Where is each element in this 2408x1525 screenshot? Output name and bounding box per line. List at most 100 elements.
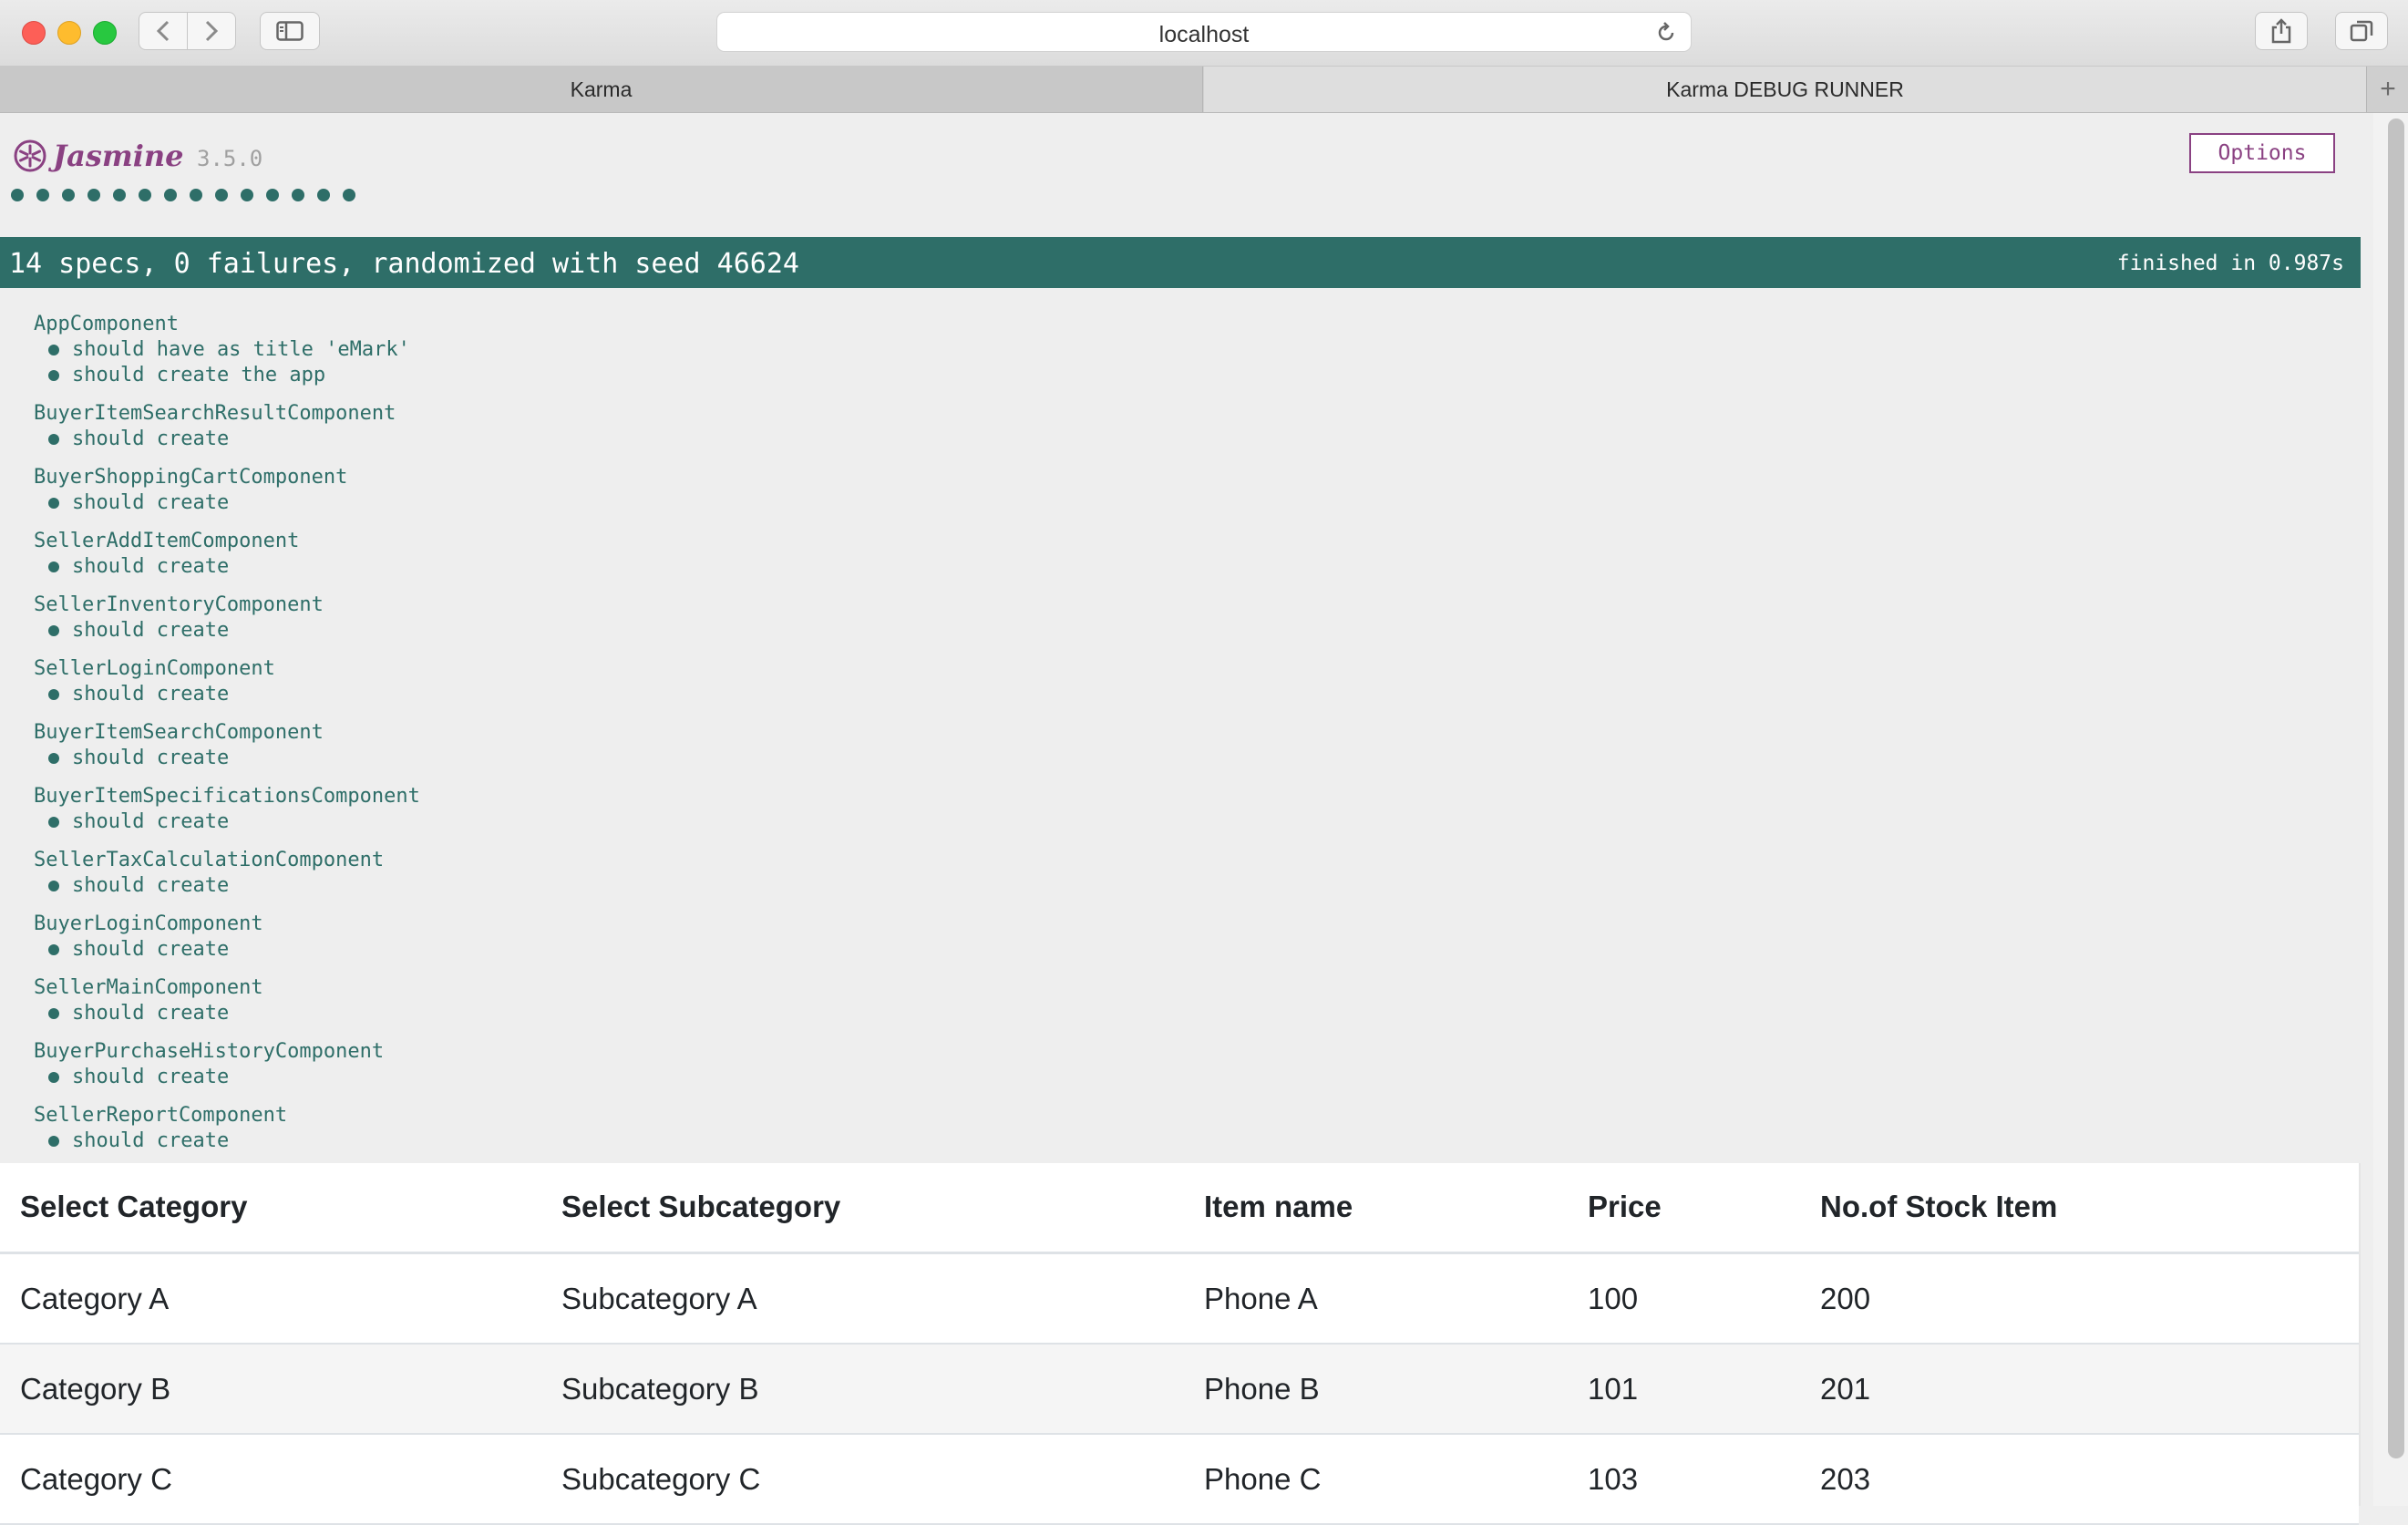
share-button[interactable] bbox=[2255, 12, 2308, 50]
suite-name-link[interactable]: SellerTaxCalculationComponent bbox=[34, 848, 420, 873]
tab-karma[interactable]: Karma bbox=[0, 67, 1203, 112]
spec-name-link[interactable]: should create bbox=[72, 427, 229, 452]
suite: BuyerItemSearchComponent should create bbox=[34, 720, 420, 771]
spec-item: should create bbox=[34, 618, 420, 644]
spec-name-link[interactable]: should create bbox=[72, 1001, 229, 1026]
close-window-button[interactable] bbox=[22, 21, 46, 45]
forward-button[interactable] bbox=[187, 12, 236, 50]
suite-name-link[interactable]: SellerInventoryComponent bbox=[34, 592, 420, 618]
reload-icon[interactable] bbox=[1654, 21, 1678, 45]
spec-item: should create bbox=[34, 1065, 420, 1090]
bullet-icon bbox=[48, 944, 59, 955]
spec-name-link[interactable]: should create the app bbox=[72, 363, 325, 388]
sidebar-toggle-button[interactable] bbox=[260, 12, 320, 50]
spec-passed-dot[interactable] bbox=[164, 189, 177, 201]
bullet-icon bbox=[48, 817, 59, 828]
spec-passed-dot[interactable] bbox=[62, 189, 75, 201]
spec-passed-dot[interactable] bbox=[241, 189, 253, 201]
bullet-icon bbox=[48, 1008, 59, 1019]
header-select-category: Select Category bbox=[20, 1190, 248, 1223]
share-icon bbox=[2271, 18, 2291, 44]
spec-name-link[interactable]: should create bbox=[72, 873, 229, 899]
suite-name-link[interactable]: BuyerShoppingCartComponent bbox=[34, 465, 420, 490]
suite-name-link[interactable]: BuyerItemSpecificationsComponent bbox=[34, 784, 420, 809]
bullet-icon bbox=[48, 881, 59, 891]
spec-name-link[interactable]: should create bbox=[72, 809, 229, 835]
spec-name-link[interactable]: should create bbox=[72, 937, 229, 963]
scrollbar-thumb[interactable] bbox=[2388, 118, 2404, 1458]
spec-item: should create bbox=[34, 1001, 420, 1026]
spec-item: should create the app bbox=[34, 363, 420, 388]
suite-name-link[interactable]: AppComponent bbox=[34, 312, 420, 337]
spec-item: should have as title 'eMark' bbox=[34, 337, 420, 363]
spec-name-link[interactable]: should create bbox=[72, 554, 229, 580]
cell-item-name: Phone A bbox=[1204, 1282, 1318, 1315]
spec-passed-dot[interactable] bbox=[113, 189, 126, 201]
suite-list: AppComponent should have as title 'eMark'… bbox=[34, 312, 420, 1167]
chevron-left-icon bbox=[156, 20, 170, 42]
summary-bar: 14 specs, 0 failures, randomized with se… bbox=[0, 237, 2361, 288]
spec-result-dots bbox=[11, 189, 368, 201]
spec-passed-dot[interactable] bbox=[317, 189, 330, 201]
header-item-name: Item name bbox=[1204, 1190, 1353, 1223]
suite: BuyerItemSearchResultComponent should cre… bbox=[34, 401, 420, 452]
spec-item: should create bbox=[34, 490, 420, 516]
spec-passed-dot[interactable] bbox=[87, 189, 100, 201]
spec-passed-dot[interactable] bbox=[292, 189, 304, 201]
suite-name-link[interactable]: SellerReportComponent bbox=[34, 1103, 420, 1128]
spec-name-link[interactable]: should create bbox=[72, 618, 229, 644]
minimize-window-button[interactable] bbox=[57, 21, 81, 45]
bullet-icon bbox=[48, 1136, 59, 1147]
tab-karma-debug-runner[interactable]: Karma DEBUG RUNNER bbox=[1204, 67, 2367, 112]
table-row: Category B Subcategory B Phone B 101 201 bbox=[0, 1345, 2359, 1435]
table-row: Category C Subcategory C Phone C 103 203 bbox=[0, 1435, 2359, 1525]
spec-passed-dot[interactable] bbox=[36, 189, 49, 201]
tabs-overview-icon bbox=[2350, 20, 2373, 42]
show-tabs-button[interactable] bbox=[2335, 12, 2388, 50]
bullet-icon bbox=[48, 434, 59, 445]
table-row: Category A Subcategory A Phone A 100 200 bbox=[0, 1254, 2359, 1345]
suite-name-link[interactable]: BuyerPurchaseHistoryComponent bbox=[34, 1039, 420, 1065]
header-price: Price bbox=[1588, 1190, 1662, 1223]
summary-text: 14 specs, 0 failures, randomized with se… bbox=[9, 248, 799, 280]
suite: SellerAddItemComponent should create bbox=[34, 529, 420, 580]
spec-name-link[interactable]: should have as title 'eMark' bbox=[72, 337, 410, 363]
cell-subcategory: Subcategory B bbox=[561, 1372, 759, 1406]
spec-item: should create bbox=[34, 937, 420, 963]
spec-passed-dot[interactable] bbox=[215, 189, 228, 201]
address-bar[interactable]: localhost bbox=[716, 12, 1692, 52]
suite-name-link[interactable]: SellerAddItemComponent bbox=[34, 529, 420, 554]
bullet-icon bbox=[48, 562, 59, 572]
suite-name-link[interactable]: SellerLoginComponent bbox=[34, 656, 420, 682]
spec-passed-dot[interactable] bbox=[190, 189, 202, 201]
spec-passed-dot[interactable] bbox=[343, 189, 355, 201]
chevron-right-icon bbox=[205, 20, 219, 42]
zoom-window-button[interactable] bbox=[93, 21, 117, 45]
suite-name-link[interactable]: SellerMainComponent bbox=[34, 975, 420, 1001]
browser-titlebar: localhost bbox=[0, 0, 2408, 67]
finished-time: finished in 0.987s bbox=[2116, 252, 2344, 275]
new-tab-button[interactable]: + bbox=[2368, 67, 2408, 112]
spec-passed-dot[interactable] bbox=[11, 189, 24, 201]
spec-name-link[interactable]: should create bbox=[72, 746, 229, 771]
spec-name-link[interactable]: should create bbox=[72, 682, 229, 707]
spec-name-link[interactable]: should create bbox=[72, 1128, 229, 1154]
suite: SellerTaxCalculationComponent should crea… bbox=[34, 848, 420, 899]
suite: BuyerPurchaseHistoryComponent should crea… bbox=[34, 1039, 420, 1090]
bullet-icon bbox=[48, 370, 59, 381]
suite-name-link[interactable]: BuyerLoginComponent bbox=[34, 912, 420, 937]
cell-price: 101 bbox=[1588, 1372, 1639, 1406]
spec-name-link[interactable]: should create bbox=[72, 1065, 229, 1090]
suite-name-link[interactable]: BuyerItemSearchComponent bbox=[34, 720, 420, 746]
cell-category: Category A bbox=[20, 1282, 170, 1315]
bullet-icon bbox=[48, 689, 59, 700]
suite: AppComponent should have as title 'eMark'… bbox=[34, 312, 420, 388]
options-button[interactable]: Options bbox=[2189, 133, 2335, 173]
spec-name-link[interactable]: should create bbox=[72, 490, 229, 516]
suite-name-link[interactable]: BuyerItemSearchResultComponent bbox=[34, 401, 420, 427]
spec-passed-dot[interactable] bbox=[139, 189, 151, 201]
jasmine-flower-icon bbox=[14, 139, 46, 172]
spec-passed-dot[interactable] bbox=[266, 189, 279, 201]
cell-category: Category C bbox=[20, 1462, 172, 1496]
back-button[interactable] bbox=[139, 12, 188, 50]
